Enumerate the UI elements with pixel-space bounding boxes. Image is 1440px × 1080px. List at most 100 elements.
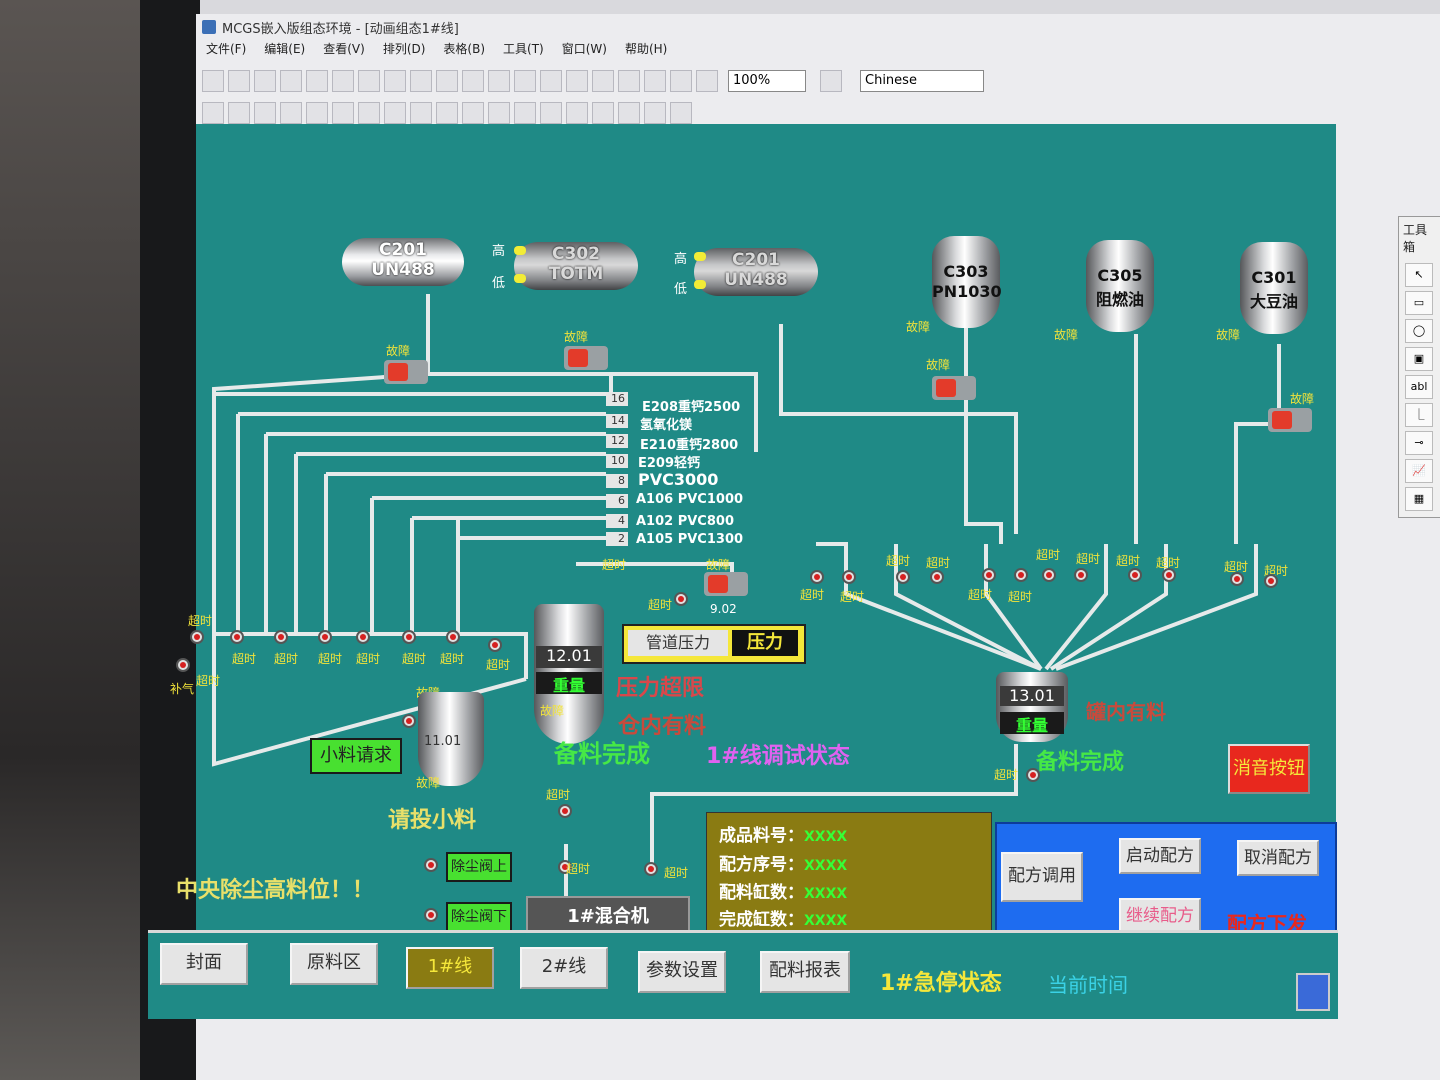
tools-icon[interactable]: [462, 70, 484, 92]
align-bottom-icon[interactable]: [280, 102, 302, 124]
grid-icon[interactable]: [618, 70, 640, 92]
valve[interactable]: [230, 630, 244, 644]
valve[interactable]: [1042, 568, 1056, 582]
valve[interactable]: [356, 630, 370, 644]
valve[interactable]: [402, 630, 416, 644]
grid-toggle-icon[interactable]: [670, 102, 692, 124]
valve[interactable]: [318, 630, 332, 644]
valve[interactable]: [982, 568, 996, 582]
group-icon[interactable]: [592, 102, 614, 124]
continue-recipe-button[interactable]: 继续配方: [1119, 898, 1201, 934]
pump-3[interactable]: [932, 376, 976, 400]
nav-line-1[interactable]: 1#线: [406, 947, 494, 989]
align-top-icon[interactable]: [254, 102, 276, 124]
flip-icon[interactable]: [488, 102, 510, 124]
fill-color-icon[interactable]: [540, 70, 562, 92]
valve[interactable]: [402, 714, 416, 728]
table-tool-icon[interactable]: ▦: [1405, 487, 1433, 511]
space-v-icon[interactable]: [462, 102, 484, 124]
dust-valve-down[interactable]: 除尘阀下: [446, 902, 512, 932]
valve[interactable]: [190, 630, 204, 644]
menu-window[interactable]: 窗口(W): [562, 40, 607, 62]
cut-icon[interactable]: [332, 70, 354, 92]
undo-icon[interactable]: [410, 70, 432, 92]
open-icon[interactable]: [228, 70, 250, 92]
valve[interactable]: [1026, 768, 1040, 782]
save-icon[interactable]: [254, 70, 276, 92]
align-icon[interactable]: [592, 70, 614, 92]
dust-valve-up[interactable]: 除尘阀上: [446, 852, 512, 882]
valve[interactable]: [274, 630, 288, 644]
valve[interactable]: [842, 570, 856, 584]
valve[interactable]: [488, 638, 502, 652]
menu-help[interactable]: 帮助(H): [625, 40, 667, 62]
new-icon[interactable]: [202, 70, 224, 92]
rotate-icon[interactable]: [514, 102, 536, 124]
menu-arrange[interactable]: 排列(D): [383, 40, 426, 62]
valve[interactable]: [1128, 568, 1142, 582]
start-recipe-button[interactable]: 启动配方: [1119, 838, 1201, 874]
tank-c302[interactable]: C302 TOTM: [514, 242, 638, 290]
valve[interactable]: [1074, 568, 1088, 582]
same-width-icon[interactable]: [358, 102, 380, 124]
props-icon[interactable]: [644, 70, 666, 92]
tank-c201-b[interactable]: C201 UN488: [694, 248, 818, 296]
valve[interactable]: [810, 570, 824, 584]
language-select[interactable]: Chinese: [860, 70, 984, 92]
menu-view[interactable]: 查看(V): [323, 40, 365, 62]
line-tool-icon[interactable]: ⎿: [1405, 403, 1433, 427]
nav-params[interactable]: 参数设置: [638, 951, 726, 993]
valve[interactable]: [930, 570, 944, 584]
pointer-tool-icon[interactable]: ↖: [1405, 263, 1433, 287]
check-icon[interactable]: [670, 70, 692, 92]
valve[interactable]: [644, 862, 658, 876]
paste-icon[interactable]: [384, 70, 406, 92]
line-color-icon[interactable]: [514, 70, 536, 92]
preview-icon[interactable]: [306, 70, 328, 92]
same-height-icon[interactable]: [384, 102, 406, 124]
redo-icon[interactable]: [436, 70, 458, 92]
menu-tools[interactable]: 工具(T): [503, 40, 544, 62]
nav-line-2[interactable]: 2#线: [520, 947, 608, 989]
chart-tool-icon[interactable]: 📈: [1405, 459, 1433, 483]
copy-icon[interactable]: [358, 70, 380, 92]
menu-file[interactable]: 文件(F): [206, 40, 246, 62]
ungroup-icon[interactable]: [618, 102, 640, 124]
cancel-recipe-button[interactable]: 取消配方: [1237, 840, 1319, 876]
exit-icon[interactable]: [1296, 973, 1330, 1011]
valve[interactable]: [1014, 568, 1028, 582]
font-icon[interactable]: [566, 70, 588, 92]
pump-5[interactable]: [704, 572, 748, 596]
download-icon[interactable]: [820, 70, 842, 92]
nav-cover[interactable]: 封面: [160, 943, 248, 985]
mute-button[interactable]: 消音按钮: [1228, 744, 1310, 794]
valve[interactable]: [1162, 568, 1176, 582]
help-icon[interactable]: [696, 70, 718, 92]
front-icon[interactable]: [540, 102, 562, 124]
valve[interactable]: [424, 858, 438, 872]
same-size-icon[interactable]: [410, 102, 432, 124]
valve[interactable]: [1264, 574, 1278, 588]
nav-raw-material[interactable]: 原料区: [290, 943, 378, 985]
valve[interactable]: [176, 658, 190, 672]
lock-icon[interactable]: [644, 102, 666, 124]
ellipse-tool-icon[interactable]: ◯: [1405, 319, 1433, 343]
nav-report[interactable]: 配料报表: [760, 951, 850, 993]
pump-1[interactable]: [384, 360, 428, 384]
align-right-icon[interactable]: [228, 102, 250, 124]
tank-c303[interactable]: C303 PN1030: [932, 236, 1002, 328]
center-h-icon[interactable]: [306, 102, 328, 124]
menu-edit[interactable]: 编辑(E): [264, 40, 305, 62]
space-h-icon[interactable]: [436, 102, 458, 124]
window-icon[interactable]: [488, 70, 510, 92]
image-tool-icon[interactable]: ▣: [1405, 347, 1433, 371]
valve[interactable]: [558, 804, 572, 818]
pipe-tool-icon[interactable]: ⊸: [1405, 431, 1433, 455]
pump-2[interactable]: [564, 346, 608, 370]
valve[interactable]: [674, 592, 688, 606]
label-tool-icon[interactable]: abl: [1405, 375, 1433, 399]
tank-c201-a[interactable]: C201 UN488: [342, 238, 464, 286]
menu-table[interactable]: 表格(B): [443, 40, 485, 62]
tank-c305[interactable]: C305 阻燃油: [1086, 240, 1154, 332]
align-left-icon[interactable]: [202, 102, 224, 124]
